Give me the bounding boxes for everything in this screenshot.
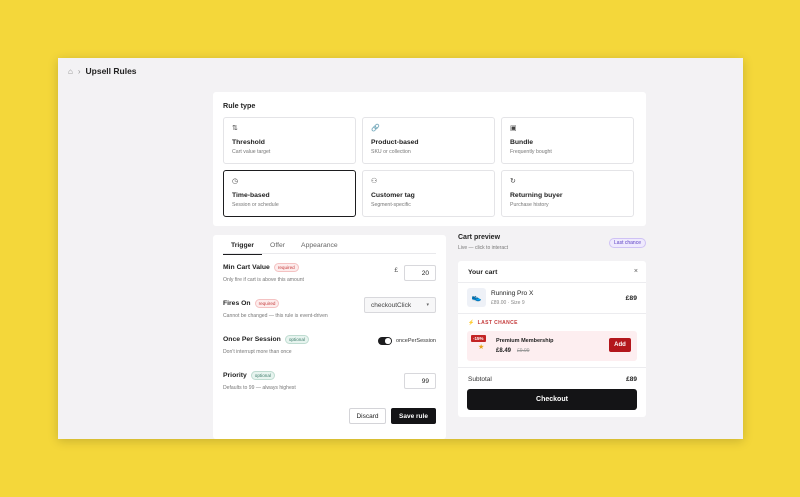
upsell-offer: -15% ★ Premium Membership £8.49 £9.99 Ad… [467, 331, 637, 361]
shoe-icon: 👟 [467, 288, 486, 307]
rule-option-time-based[interactable]: ◷ Time-based Session or schedule [223, 170, 356, 217]
repeat-icon: ↻ [510, 178, 516, 185]
page-title: Upsell Rules [85, 66, 137, 76]
once-per-session-label: Once Per Session [223, 336, 281, 343]
rule-option-title: Returning buyer [510, 192, 563, 199]
breadcrumb: ⌂ › Upsell Rules [68, 66, 137, 76]
rule-option-subtitle: Purchase history [510, 202, 549, 208]
user-tag-icon: ⚇ [371, 178, 378, 185]
min-cart-input[interactable]: 20 [404, 265, 436, 281]
chevron-down-icon: ▾ [426, 302, 429, 308]
priority-label: Priority [223, 372, 247, 379]
once-per-session-field: Once Per Session optional Don't interrup… [223, 335, 436, 355]
last-chance-label: ⚡ LAST CHANCE [468, 320, 518, 326]
toggle-label: oncePerSession [395, 337, 436, 344]
last-chance-badge: Last chance [609, 238, 646, 248]
required-badge: required [254, 299, 280, 308]
subtotal-label: Subtotal [468, 376, 492, 383]
checkout-button[interactable]: Checkout [467, 389, 637, 410]
rule-option-title: Time-based [232, 192, 270, 199]
rule-option-subtitle: Session or schedule [232, 202, 279, 208]
last-chance-text: LAST CHANCE [477, 320, 518, 326]
select-value: checkoutClick [371, 301, 412, 309]
fires-on-field: Fires On required Cannot be changed — th… [223, 297, 436, 319]
rule-option-customer-tag[interactable]: ⚇ Customer tag Segment-specific [362, 170, 495, 217]
divider [458, 367, 646, 368]
rule-type-title: Rule type [223, 101, 256, 110]
cart-item-price: £89 [625, 295, 637, 302]
min-cart-label: Min Cart Value [223, 264, 270, 271]
fires-on-label: Fires On [223, 300, 251, 307]
cart-title: Your cart [468, 269, 498, 276]
rule-option-product-based[interactable]: 🔗 Product-based SKU or collection [362, 117, 495, 164]
rule-option-threshold[interactable]: ⇅ Threshold Cart value target [223, 117, 356, 164]
rule-option-title: Threshold [232, 139, 265, 146]
cart-preview-card[interactable]: Your cart × 👟 Running Pro X £89.00 · Siz… [458, 261, 646, 417]
app-window: ⌂ › Upsell Rules Rule type ⇅ Threshold C… [58, 58, 743, 439]
tab-divider [223, 253, 436, 254]
cart-item-details: £89.00 · Size 9 [491, 300, 525, 306]
rule-option-bundle[interactable]: ▣ Bundle Frequently bought [501, 117, 634, 164]
rule-type-card: Rule type ⇅ Threshold Cart value target … [213, 92, 646, 226]
field-help: Cannot be changed — this rule is event-d… [223, 313, 328, 319]
discount-badge: -15% [471, 335, 486, 342]
bundle-icon: ▣ [510, 125, 517, 132]
lightning-icon: ⚡ [468, 320, 475, 326]
rule-option-title: Customer tag [371, 192, 415, 199]
clock-icon: ◷ [232, 178, 239, 185]
currency-symbol: £ [394, 267, 398, 274]
required-badge: required [273, 263, 299, 272]
rule-form-card: Trigger Offer Appearance Min Cart Value … [213, 235, 446, 439]
priority-input[interactable]: 99 [404, 373, 436, 389]
save-rule-button[interactable]: Save rule [391, 408, 436, 424]
rule-option-subtitle: Cart value target [232, 149, 271, 155]
optional-badge: optional [284, 335, 309, 344]
offer-name: Premium Membership [496, 338, 554, 344]
rule-option-returning-buyer[interactable]: ↻ Returning buyer Purchase history [501, 170, 634, 217]
once-per-session-toggle[interactable] [377, 337, 392, 345]
fires-on-select[interactable]: checkoutClick ▾ [364, 297, 436, 313]
star-icon: ★ [478, 344, 485, 351]
discard-button[interactable]: Discard [349, 408, 386, 424]
field-help: Don't interrupt more than once [223, 349, 292, 355]
optional-badge: optional [250, 371, 275, 380]
home-icon[interactable]: ⌂ [68, 67, 73, 76]
rule-option-subtitle: Segment-specific [371, 202, 411, 208]
rule-option-title: Bundle [510, 139, 534, 146]
cart-item-name: Running Pro X [491, 290, 534, 297]
add-offer-button[interactable]: Add [609, 338, 631, 352]
offer-thumbnail: -15% ★ [471, 335, 487, 351]
cart-preview-header: Cart preview Live — click to interact La… [458, 234, 648, 251]
rule-option-subtitle: Frequently bought [510, 149, 552, 155]
once-per-session-toggle-wrap: oncePerSession [377, 337, 436, 345]
divider [458, 313, 646, 314]
subtotal-value: £89 [626, 376, 637, 383]
close-icon[interactable]: × [634, 268, 638, 275]
rule-option-title: Product-based [371, 139, 419, 146]
offer-price: £8.49 [496, 348, 512, 354]
link-icon: 🔗 [371, 125, 380, 132]
min-cart-field: Min Cart Value required Only fire if car… [223, 263, 436, 283]
breadcrumb-separator: › [77, 66, 81, 76]
rule-option-subtitle: SKU or collection [371, 149, 411, 155]
divider [458, 282, 646, 283]
priority-field: Priority optional Defaults to 99 — alway… [223, 371, 436, 391]
offer-old-price: £9.99 [517, 348, 530, 354]
sort-arrows-icon: ⇅ [232, 125, 238, 132]
